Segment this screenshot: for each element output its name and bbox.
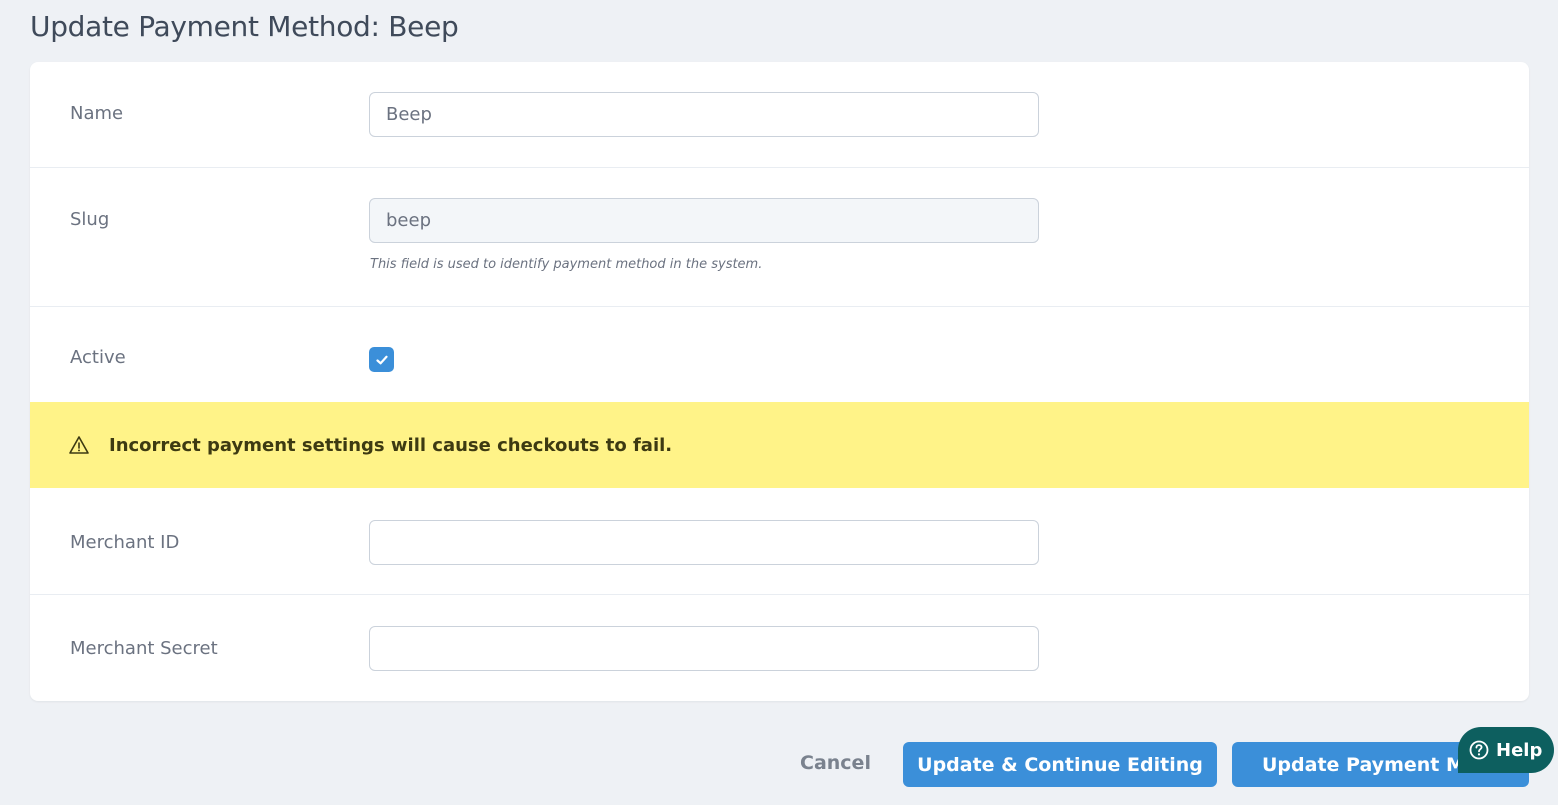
warning-text: Incorrect payment settings will cause ch…: [109, 434, 673, 456]
merchant-secret-row: Merchant Secret: [30, 595, 1529, 701]
active-label: Active: [70, 347, 126, 368]
question-circle-icon: [1469, 740, 1489, 760]
payment-method-form: Name Slug This field is used to identify…: [30, 62, 1529, 701]
active-row: Active: [30, 307, 1529, 402]
merchant-secret-input[interactable]: [369, 626, 1039, 671]
help-widget-button[interactable]: Help: [1458, 727, 1554, 773]
merchant-id-row: Merchant ID: [30, 488, 1529, 595]
slug-row: Slug This field is used to identify paym…: [30, 168, 1529, 307]
page-title: Update Payment Method: Beep: [30, 10, 459, 43]
checkmark-icon: [375, 355, 388, 364]
merchant-id-input[interactable]: [369, 520, 1039, 565]
slug-label: Slug: [70, 209, 110, 230]
help-label: Help: [1496, 739, 1543, 761]
cancel-button[interactable]: Cancel: [800, 752, 871, 774]
slug-input[interactable]: [369, 198, 1039, 243]
name-label: Name: [70, 103, 124, 124]
name-row: Name: [30, 62, 1529, 168]
update-continue-editing-button[interactable]: Update & Continue Editing: [903, 742, 1217, 787]
warning-triangle-icon: [68, 434, 90, 456]
active-checkbox[interactable]: [369, 347, 394, 372]
merchant-id-label: Merchant ID: [70, 532, 180, 553]
slug-help-text: This field is used to identify payment m…: [370, 257, 763, 272]
merchant-secret-label: Merchant Secret: [70, 638, 218, 659]
name-input[interactable]: [369, 92, 1039, 137]
warning-banner: Incorrect payment settings will cause ch…: [30, 402, 1529, 488]
